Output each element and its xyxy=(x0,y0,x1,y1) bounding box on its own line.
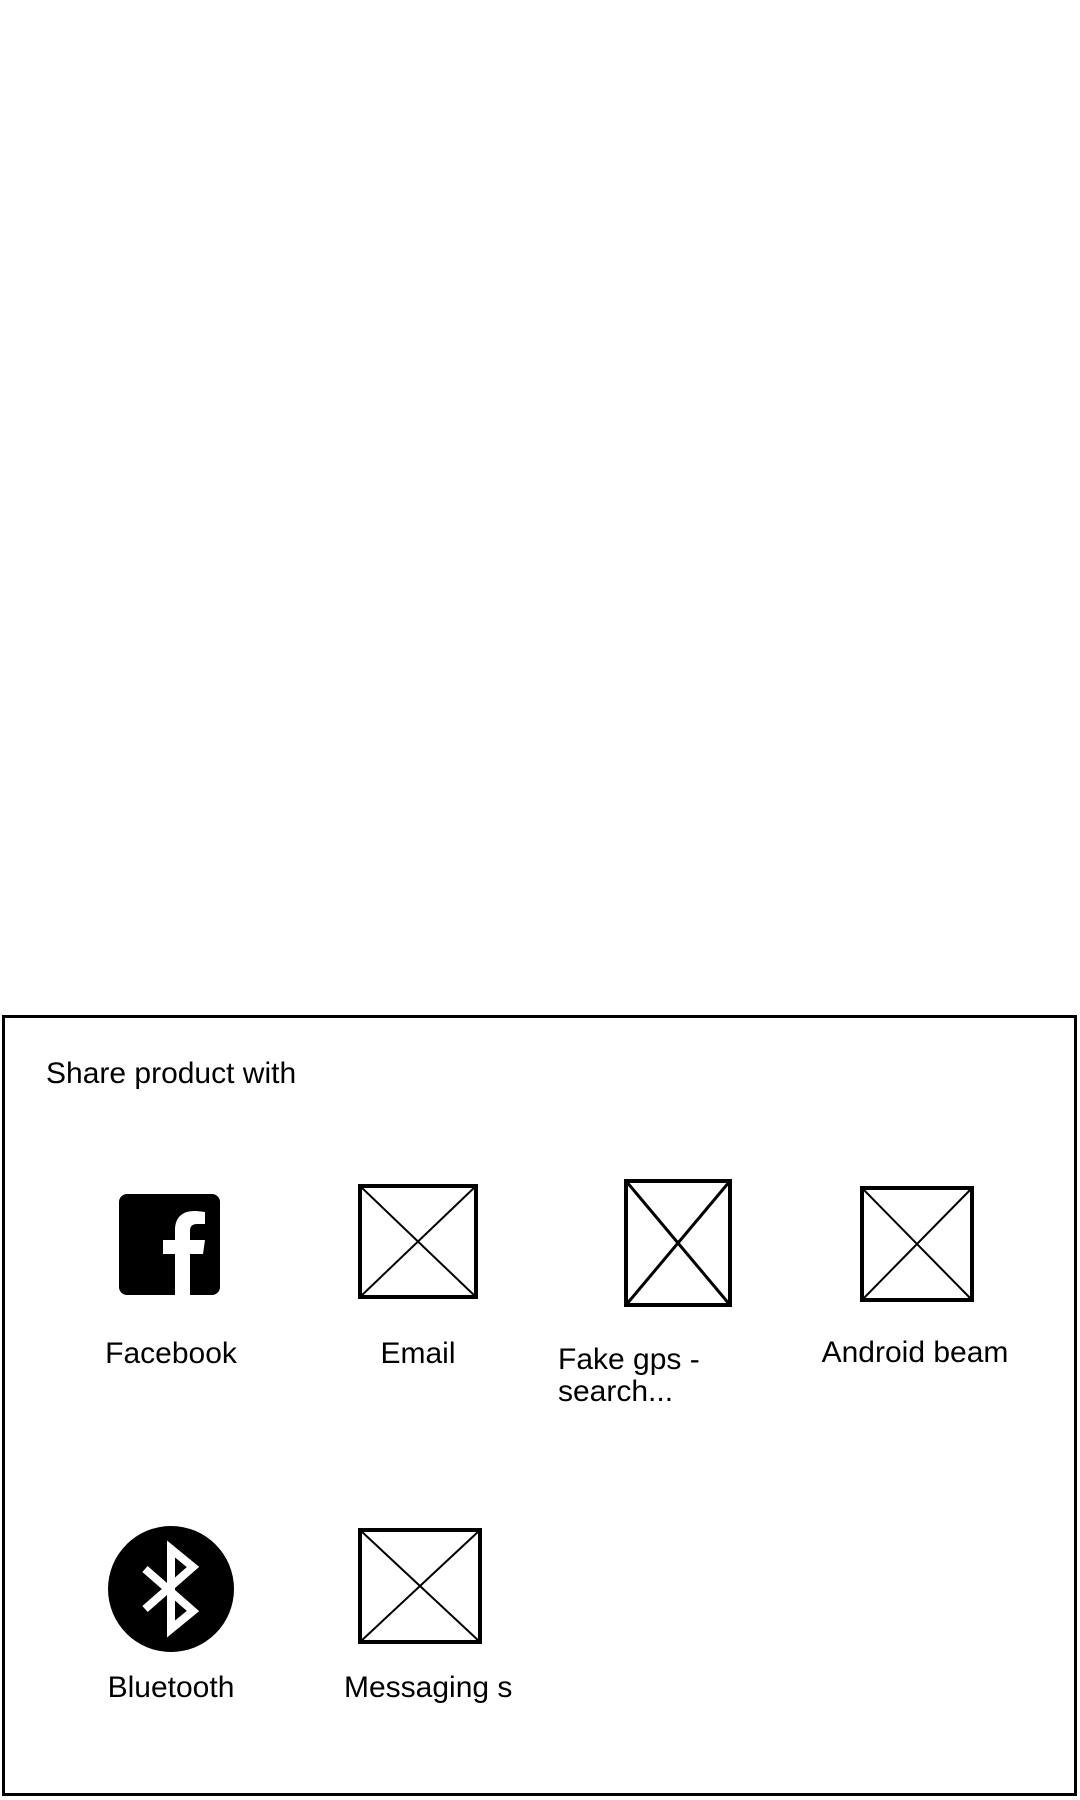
share-target-messaging[interactable]: Messaging s xyxy=(310,1480,560,1740)
share-sheet: Share product with Facebook Email Fake g… xyxy=(2,1015,1077,1796)
image-placeholder-icon xyxy=(860,1186,974,1302)
image-placeholder-icon xyxy=(358,1528,482,1644)
share-target-android-beam[interactable]: Android beam xyxy=(795,1148,1035,1408)
share-target-bluetooth[interactable]: Bluetooth xyxy=(51,1480,291,1740)
share-target-fake-gps[interactable]: Fake gps - search... xyxy=(558,1148,778,1408)
app-label-android-beam: Android beam xyxy=(821,1336,1009,1369)
app-label-fake-gps: Fake gps - search... xyxy=(558,1343,700,1408)
bluetooth-icon xyxy=(107,1525,235,1653)
app-label-bluetooth: Bluetooth xyxy=(107,1671,235,1704)
facebook-icon xyxy=(119,1194,220,1295)
image-placeholder-icon xyxy=(358,1184,478,1299)
image-placeholder-icon xyxy=(624,1179,732,1307)
share-target-email[interactable]: Email xyxy=(298,1148,538,1408)
app-label-messaging: Messaging s xyxy=(344,1671,513,1704)
dimmed-background[interactable] xyxy=(0,0,1080,1015)
sheet-title: Share product with xyxy=(46,1057,297,1090)
share-target-facebook[interactable]: Facebook xyxy=(51,1148,291,1408)
app-label-email: Email xyxy=(380,1337,456,1370)
app-label-facebook: Facebook xyxy=(105,1337,237,1370)
